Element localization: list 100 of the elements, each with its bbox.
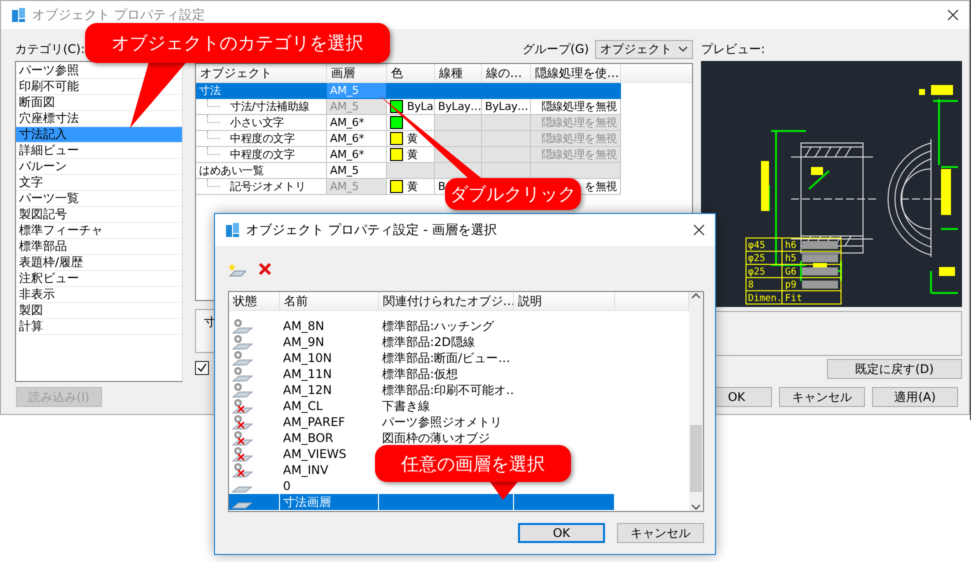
dialog-button[interactable]: OK: [518, 523, 605, 543]
table-cell[interactable]: [482, 147, 531, 163]
tree-line: [207, 99, 220, 107]
column-header[interactable]: 線の…: [482, 64, 531, 82]
fit-table-cell: Dimen.: [748, 292, 782, 304]
group-dropdown[interactable]: オブジェクト: [595, 40, 693, 58]
layer-name[interactable]: AM_BOR: [280, 430, 379, 446]
layer-name[interactable]: AM_12N: [280, 382, 379, 398]
dialog-button[interactable]: 適用(A): [872, 387, 958, 407]
dimension-text-mark: [811, 167, 823, 175]
layer-name[interactable]: AM_11N: [280, 366, 379, 382]
layer-gear-cross-icon: [232, 430, 253, 446]
layer-name[interactable]: AM_10N: [280, 350, 379, 366]
table-cell[interactable]: [482, 163, 531, 179]
column-header[interactable]: 名前: [280, 292, 379, 310]
scroll-up-icon[interactable]: [691, 292, 702, 300]
table-cell[interactable]: [482, 131, 531, 147]
table-cell[interactable]: 中程度の文字: [230, 147, 295, 162]
fit-table-cell: φ45: [748, 240, 766, 251]
category-item[interactable]: 寸法記入: [16, 127, 182, 143]
category-item[interactable]: 表題枠/履歴: [16, 255, 182, 271]
table-cell[interactable]: 小さい文字: [230, 115, 284, 130]
tolerance-mark: [802, 280, 838, 289]
layer-name[interactable]: AM_PAREF: [280, 414, 379, 430]
dialog-button[interactable]: キャンセル: [779, 387, 865, 407]
table-cell-text: 標準部品:仮想: [381, 366, 460, 382]
table-row-name[interactable]: 寸法: [196, 83, 327, 99]
callout-tooltip: ダブルクリック: [445, 178, 581, 210]
table-cell[interactable]: AM_6*: [327, 131, 387, 147]
layer-name[interactable]: 寸法画層: [280, 494, 379, 510]
column-header[interactable]: 線種: [435, 64, 482, 82]
layer-gear-icon: [232, 334, 253, 350]
table-cell[interactable]: [531, 163, 621, 179]
column-header[interactable]: オブジェクト: [196, 64, 327, 82]
table-cell-text: 標準部品:ハッチング: [381, 318, 496, 334]
table-cell[interactable]: 黄: [387, 179, 435, 195]
table-cell[interactable]: 寸法/寸法補助線: [230, 99, 310, 114]
layer-gear-cross-icon: [232, 398, 253, 414]
tolerance-mark: [802, 241, 838, 249]
dialog-button[interactable]: キャンセル: [617, 523, 704, 543]
fit-table-cell: φ25: [748, 266, 766, 278]
category-item[interactable]: パーツ一覧: [16, 191, 182, 207]
category-item[interactable]: 製図記号: [16, 207, 182, 223]
tolerance-mark: [802, 267, 838, 276]
category-item[interactable]: 文字: [16, 175, 182, 191]
category-item[interactable]: 注釈ビュー: [16, 271, 182, 287]
table-cell-text: 下書き線: [381, 398, 431, 414]
category-item[interactable]: 標準フィーチャ: [16, 223, 182, 239]
table-cell[interactable]: AM_6*: [327, 115, 387, 131]
layer-name[interactable]: AM_8N: [280, 318, 379, 334]
app-icon: [225, 222, 240, 238]
table-cell[interactable]: [482, 115, 531, 131]
dimension-text-mark: [941, 169, 951, 215]
delete-icon[interactable]: [258, 262, 272, 276]
dimension-text-mark: [939, 267, 955, 276]
column-header[interactable]: 色: [387, 64, 435, 82]
scrollbar[interactable]: [689, 292, 703, 511]
table-cell[interactable]: [435, 131, 482, 147]
window-title: オブジェクト プロパティ設定: [32, 7, 206, 24]
category-item[interactable]: 製図: [16, 303, 182, 319]
layer-name[interactable]: AM_9N: [280, 334, 379, 350]
fit-table-cell: p9: [785, 280, 796, 291]
layer-gear-icon: [232, 366, 253, 382]
layer-gear-cross-icon: [232, 462, 253, 478]
table-cell[interactable]: 中程度の文字: [230, 131, 295, 146]
close-icon[interactable]: [693, 224, 705, 236]
column-header[interactable]: 隠線処理を使…: [531, 64, 621, 82]
category-item[interactable]: 標準部品: [16, 239, 182, 255]
table-cell[interactable]: 記号ジオメトリ: [230, 179, 306, 194]
table-cell[interactable]: [387, 83, 435, 99]
category-item[interactable]: 非表示: [16, 287, 182, 303]
tolerance-mark: [802, 254, 838, 262]
layer-gear-cross-icon: [232, 414, 253, 430]
category-item[interactable]: 詳細ビュー: [16, 143, 182, 159]
scroll-down-icon[interactable]: [691, 503, 702, 511]
field-label: グループ(G): [522, 40, 589, 58]
table-cell-text: 標準部品:断面/ビュー…: [381, 350, 512, 366]
layer-gear-icon: [232, 350, 253, 366]
dimension-text-mark: [919, 89, 925, 95]
category-item[interactable]: 計算: [16, 319, 182, 335]
scroll-thumb[interactable]: [690, 425, 702, 492]
table-cell[interactable]: はめあい一覧: [199, 163, 264, 178]
table-cell-text: パーツ参照ジオメトリ: [381, 414, 503, 430]
table-cell[interactable]: AM_6*: [327, 147, 387, 163]
category-item[interactable]: バルーン: [16, 159, 182, 175]
checkbox[interactable]: [195, 361, 209, 375]
table-cell[interactable]: [435, 115, 482, 131]
reset-button[interactable]: 既定に戻す(D): [827, 359, 962, 379]
layer-name[interactable]: AM_CL: [280, 398, 379, 414]
table-cell-text: 標準部品:印刷不可能オ…: [381, 382, 514, 398]
close-icon[interactable]: [947, 9, 959, 21]
app-icon: [11, 7, 26, 23]
new-layer-icon[interactable]: [228, 262, 246, 276]
column-header[interactable]: 状態: [229, 292, 280, 310]
column-header[interactable]: 説明: [514, 292, 615, 310]
fit-table-cell: h5: [785, 253, 796, 264]
table-cell[interactable]: [387, 163, 435, 179]
column-header[interactable]: 画層: [327, 64, 387, 82]
table-cell[interactable]: [531, 83, 621, 99]
dialog-title: オブジェクト プロパティ設定 - 画層を選択: [246, 222, 498, 239]
